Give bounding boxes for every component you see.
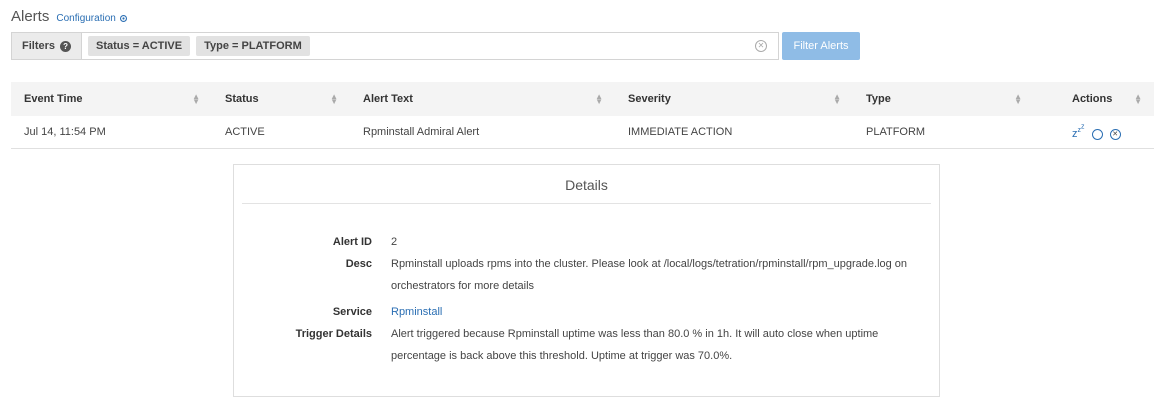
cell-status: ACTIVE [212,116,350,149]
cell-actions: zzz ✕ [1034,116,1154,149]
service-link[interactable]: Rpminstall [391,301,931,323]
gear-icon [119,14,127,23]
filter-chip-status[interactable]: Status = ACTIVE [88,36,191,56]
sort-icon[interactable]: ▲ ▼ [330,93,338,106]
detail-value: 2 [391,236,398,248]
snooze-icon[interactable]: zzz [1072,124,1085,140]
table-header-row: Event Time ▲ ▼ Status ▲ ▼ Alert Text ▲ ▼ Sever… [11,82,1154,116]
column-header-type[interactable]: Type ▲ ▼ [853,82,1034,116]
detail-label: Desc [345,258,372,270]
sort-icon[interactable]: ▲ ▼ [1014,93,1022,106]
detail-label: Alert ID [332,236,372,248]
close-icon[interactable]: ✕ [1109,128,1121,140]
column-label: Alert Text [363,93,413,105]
filters-label: Filters ? [12,33,83,59]
detail-label: Service [332,306,372,318]
clear-icon[interactable]: ✕ [755,40,767,52]
sort-icon[interactable]: ▲ ▼ [192,93,200,106]
alerts-table: Event Time ▲ ▼ Status ▲ ▼ Alert Text ▲ ▼ Sever… [11,82,1154,149]
configuration-link[interactable]: Configuration [56,13,127,24]
column-header-severity[interactable]: Severity ▲ ▼ [615,82,853,116]
column-header-actions[interactable]: Actions ▲ ▼ [1034,82,1154,116]
cell-alert-text: Rpminstall Admiral Alert [350,116,615,149]
details-panel: Details Alert ID 2 Desc Rpminstall uploa… [233,164,940,397]
column-header-status[interactable]: Status ▲ ▼ [212,82,350,116]
page-title: Alerts [11,8,50,25]
column-header-event-time[interactable]: Event Time ▲ ▼ [11,82,212,116]
filter-bar[interactable]: Filters ? Status = ACTIVE Type = PLATFOR… [11,32,779,60]
acknowledge-icon[interactable] [1091,128,1103,140]
column-label: Type [866,93,891,105]
cell-type: PLATFORM [853,116,1034,149]
filter-alerts-button[interactable]: Filter Alerts [782,32,860,60]
cell-event-time: Jul 14, 11:54 PM [11,116,212,149]
column-label: Severity [628,93,671,105]
sort-icon[interactable]: ▲ ▼ [1134,93,1142,106]
filters-label-text: Filters [22,40,56,52]
column-label: Actions [1072,93,1113,105]
detail-value: Rpminstall uploads rpms into the cluster… [391,258,908,292]
column-label: Event Time [24,93,83,105]
sort-icon[interactable]: ▲ ▼ [833,93,841,106]
sort-icon[interactable]: ▲ ▼ [595,93,603,106]
filter-chip-type[interactable]: Type = PLATFORM [196,36,310,56]
cell-severity: IMMEDIATE ACTION [615,116,853,149]
table-row[interactable]: Jul 14, 11:54 PM ACTIVE Rpminstall Admir… [11,116,1154,149]
configuration-label: Configuration [56,13,116,24]
page-header: Alerts Configuration [11,8,128,25]
details-title: Details [242,165,931,204]
column-label: Status [225,93,259,105]
detail-value: Alert triggered because Rpminstall uptim… [391,328,879,362]
detail-label: Trigger Details [295,328,372,340]
column-header-alert-text[interactable]: Alert Text ▲ ▼ [350,82,615,116]
help-icon[interactable]: ? [60,40,72,52]
